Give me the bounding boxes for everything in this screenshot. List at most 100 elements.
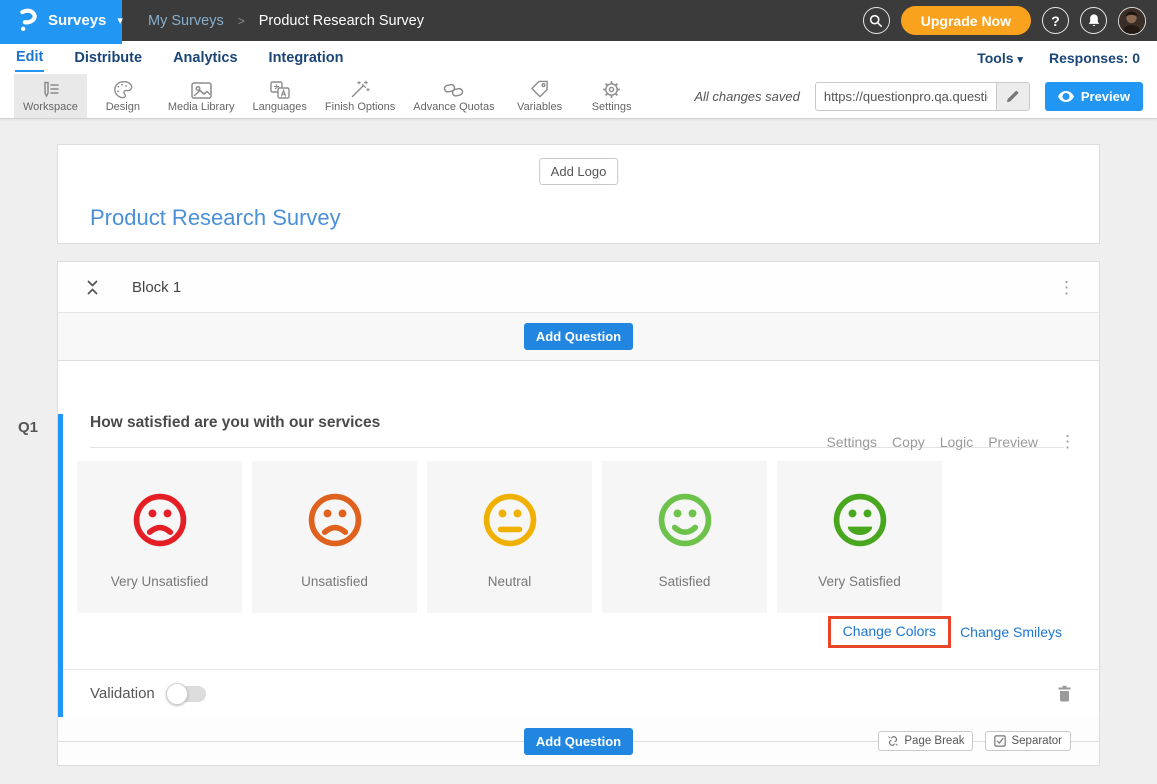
option-label: Very Unsatisfied (111, 574, 209, 589)
upgrade-now-button[interactable]: Upgrade Now (901, 6, 1031, 35)
smiley-links-row: Change Colors Change Smileys (63, 616, 1062, 648)
smiley-option-satisfied[interactable]: Satisfied (602, 461, 767, 613)
tab-integration[interactable]: Integration (268, 44, 345, 71)
question-menu-icon[interactable]: ⋮ (1053, 433, 1082, 450)
block-card: Q1 Block 1 ⋮ Add Question Settings Copy … (57, 261, 1100, 766)
smiley-option-very-satisfied[interactable]: Very Satisfied (777, 461, 942, 613)
checkbox-icon (994, 735, 1006, 747)
question-settings-link[interactable]: Settings (826, 434, 877, 450)
survey-url-input[interactable] (815, 82, 997, 111)
help-button[interactable]: ? (1042, 7, 1069, 34)
question-card: Settings Copy Logic Preview ⋮ How satisf… (58, 414, 1099, 717)
sad-face-icon (305, 490, 365, 550)
avatar[interactable] (1118, 7, 1146, 35)
question-mark-icon: ? (1051, 13, 1060, 29)
survey-header-card: Add Logo Product Research Survey (57, 144, 1100, 244)
delete-question-button[interactable] (1057, 685, 1072, 702)
workspace-icon (40, 79, 60, 99)
tabbar-right: Tools ▾ Responses: 0 (977, 50, 1142, 66)
tool-media-library[interactable]: Media Library (159, 74, 244, 118)
editor-toolbar: Workspace Design Media Library (0, 74, 1157, 119)
question-actions: Settings Copy Logic Preview ⋮ (826, 433, 1082, 450)
smiley-options-row: Very Unsatisfied Unsatisfied (77, 461, 1099, 613)
block-menu-icon[interactable]: ⋮ (1052, 279, 1081, 296)
broken-link-icon (887, 735, 899, 747)
validation-label: Validation (90, 685, 155, 702)
tool-finish-options[interactable]: Finish Options (316, 74, 404, 118)
block-header: Block 1 ⋮ (58, 262, 1099, 313)
option-label: Unsatisfied (301, 574, 368, 589)
translate-icon (270, 79, 290, 99)
footer-right-buttons: Page Break Separator (878, 731, 1071, 751)
eye-icon (1058, 91, 1074, 102)
question-number-label: Q1 (18, 419, 38, 436)
search-button[interactable] (863, 7, 890, 34)
tab-analytics[interactable]: Analytics (172, 44, 238, 71)
block-title[interactable]: Block 1 (132, 279, 181, 296)
neutral-face-icon (480, 490, 540, 550)
toolbar-right: All changes saved Preview (694, 74, 1157, 118)
image-icon (191, 79, 212, 99)
question-logic-link[interactable]: Logic (940, 434, 973, 450)
responses-count: Responses: 0 (1049, 50, 1140, 66)
question-title[interactable]: How satisfied are you with our services (90, 414, 380, 431)
tab-distribute[interactable]: Distribute (73, 44, 143, 71)
smiley-option-neutral[interactable]: Neutral (427, 461, 592, 613)
tool-design[interactable]: Design (87, 74, 159, 118)
preview-button[interactable]: Preview (1045, 82, 1143, 111)
tool-languages[interactable]: Languages (243, 74, 315, 118)
trash-icon (1057, 685, 1072, 702)
topbar-actions: Upgrade Now ? (863, 6, 1157, 35)
top-bar: Surveys ▾ My Surveys > Product Research … (0, 0, 1157, 41)
add-question-row-top: Add Question (58, 313, 1099, 361)
collapse-block-icon[interactable] (86, 279, 99, 296)
option-label: Very Satisfied (818, 574, 901, 589)
breadcrumb-parent[interactable]: My Surveys (148, 13, 224, 29)
change-smileys-link[interactable]: Change Smileys (960, 624, 1062, 640)
notifications-button[interactable] (1080, 7, 1107, 34)
product-switcher[interactable]: Surveys ▾ (0, 0, 122, 44)
tab-edit[interactable]: Edit (15, 43, 44, 72)
option-label: Neutral (488, 574, 532, 589)
change-colors-link[interactable]: Change Colors (843, 623, 936, 639)
validation-row: Validation (63, 669, 1099, 717)
add-logo-button[interactable]: Add Logo (539, 158, 619, 185)
toggle-knob (166, 683, 188, 705)
chevron-down-icon: ▾ (117, 14, 123, 27)
tag-icon (530, 79, 549, 99)
add-question-button-top[interactable]: Add Question (524, 323, 633, 350)
chevron-down-icon: ▾ (1017, 54, 1023, 66)
edit-url-button[interactable] (997, 82, 1030, 111)
tool-workspace[interactable]: Workspace (14, 74, 87, 118)
breadcrumb-current: Product Research Survey (259, 13, 424, 29)
tools-menu[interactable]: Tools ▾ (977, 50, 1023, 66)
question-preview-link[interactable]: Preview (988, 434, 1038, 450)
save-status: All changes saved (694, 89, 800, 104)
chain-icon (443, 79, 464, 99)
product-menu-label: Surveys (48, 12, 106, 29)
page-break-button[interactable]: Page Break (878, 731, 973, 751)
tool-variables[interactable]: Variables (504, 74, 576, 118)
search-icon (869, 14, 883, 28)
survey-url-group (815, 82, 1030, 111)
survey-title[interactable]: Product Research Survey (90, 205, 341, 231)
sad-face-icon (130, 490, 190, 550)
separator-button[interactable]: Separator (985, 731, 1071, 751)
palette-icon (113, 79, 133, 99)
question-copy-link[interactable]: Copy (892, 434, 925, 450)
add-question-button-bottom[interactable]: Add Question (524, 728, 633, 755)
smiley-option-unsatisfied[interactable]: Unsatisfied (252, 461, 417, 613)
validation-toggle[interactable] (168, 686, 206, 702)
wand-icon (350, 79, 370, 99)
big-smile-face-icon (830, 490, 890, 550)
section-tabs: Edit Distribute Analytics Integration To… (0, 41, 1157, 74)
editor-canvas: Add Logo Product Research Survey Q1 Bloc… (0, 119, 1157, 766)
tool-advance-quotas[interactable]: Advance Quotas (404, 74, 503, 118)
smiley-option-very-unsatisfied[interactable]: Very Unsatisfied (77, 461, 242, 613)
gear-icon (602, 79, 621, 99)
breadcrumb-separator: > (238, 14, 245, 28)
change-colors-highlight: Change Colors (828, 616, 951, 648)
tool-settings[interactable]: Settings (576, 74, 648, 118)
questionpro-logo-icon (19, 8, 39, 33)
block-footer: Add Question Page Break (58, 717, 1099, 765)
